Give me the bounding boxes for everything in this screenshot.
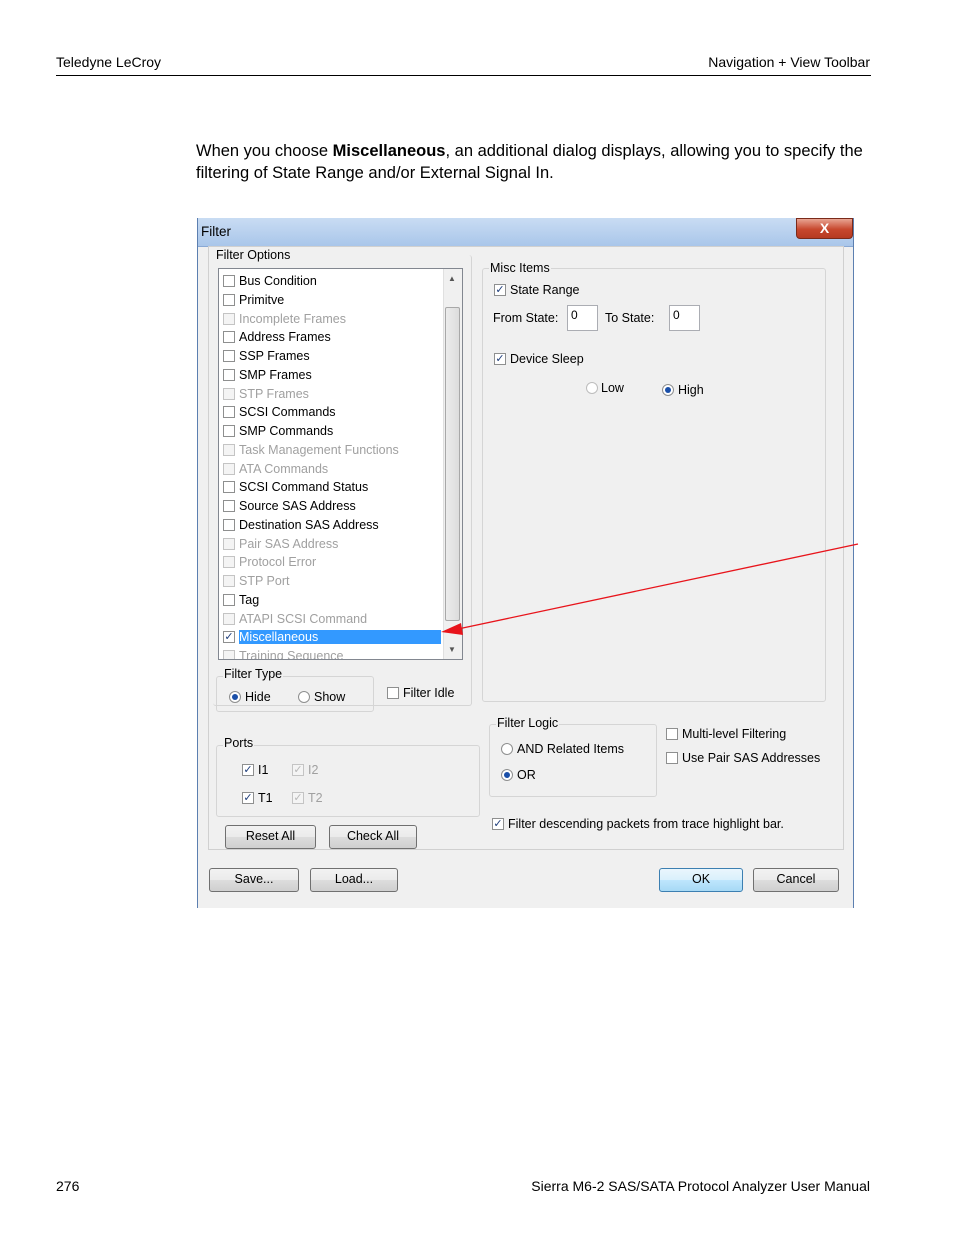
arrow-line xyxy=(457,543,859,630)
page-number: 276 xyxy=(56,1178,80,1194)
annotation-arrow xyxy=(441,543,859,635)
running-footer-right: Sierra M6-2 SAS/SATA Protocol Analyzer U… xyxy=(531,1178,870,1194)
arrow-head xyxy=(441,623,463,635)
